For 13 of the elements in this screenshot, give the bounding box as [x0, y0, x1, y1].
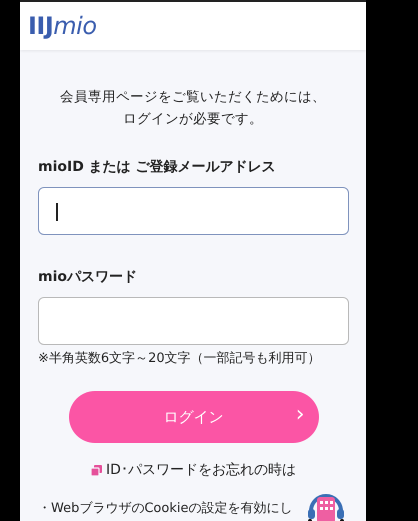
- chevron-icon: ›: [296, 403, 304, 427]
- external-link-icon: [91, 464, 102, 476]
- note-text: ・WebブラウザのCookieの設定を有効にし: [38, 501, 292, 517]
- chat-robot-icon[interactable]: [305, 491, 347, 521]
- forgot-link[interactable]: ID･パスワードをお忘れの時は: [106, 461, 296, 479]
- field-label: mioパスワード: [38, 268, 138, 286]
- input-field[interactable]: [38, 297, 349, 345]
- input-field[interactable]: [38, 187, 349, 235]
- logo: IIJmio: [28, 12, 97, 40]
- hint-text: ※半角英数6文字～20文字（一部記号も利用可）: [38, 350, 322, 367]
- intro-text: ログインが必要です。: [123, 110, 263, 128]
- intro-text: 会員専用ページをご覧いただくためには、: [60, 88, 326, 106]
- field-label: mioID または ご登録メールアドレス: [38, 158, 277, 176]
